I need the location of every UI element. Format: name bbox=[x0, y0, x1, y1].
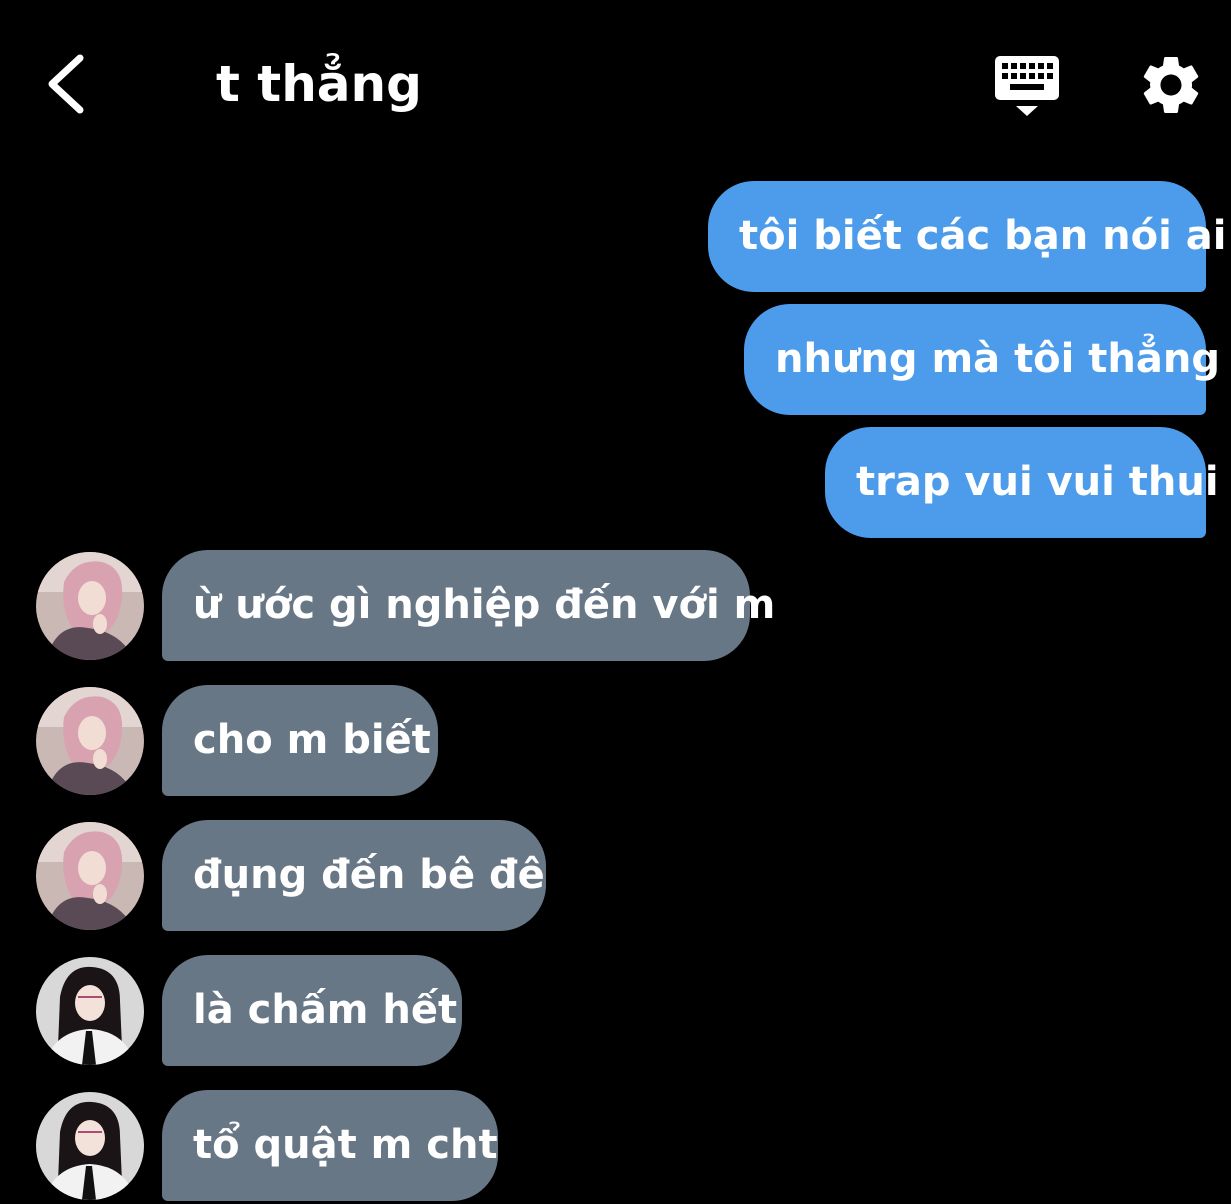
message-list[interactable]: tôi biết các bạn nói ai nhưng mà tôi thẳ… bbox=[0, 0, 1231, 1204]
incoming-message[interactable]: tổ quật m cht bbox=[162, 1090, 498, 1201]
outgoing-message[interactable]: tôi biết các bạn nói ai bbox=[708, 181, 1226, 292]
avatar[interactable] bbox=[36, 957, 144, 1065]
avatar[interactable] bbox=[36, 687, 144, 795]
avatar[interactable] bbox=[36, 1092, 144, 1200]
avatar[interactable] bbox=[36, 822, 144, 930]
incoming-message[interactable]: là chấm hết bbox=[162, 955, 462, 1066]
incoming-message[interactable]: ừ ước gì nghiệp đến với m bbox=[162, 550, 775, 661]
avatar[interactable] bbox=[36, 552, 144, 660]
outgoing-message[interactable]: nhưng mà tôi thẳng bbox=[744, 304, 1220, 415]
incoming-message[interactable]: đụng đến bê đê bbox=[162, 820, 546, 931]
outgoing-message[interactable]: trap vui vui thui bbox=[825, 427, 1219, 538]
incoming-message[interactable]: cho m biết bbox=[162, 685, 438, 796]
